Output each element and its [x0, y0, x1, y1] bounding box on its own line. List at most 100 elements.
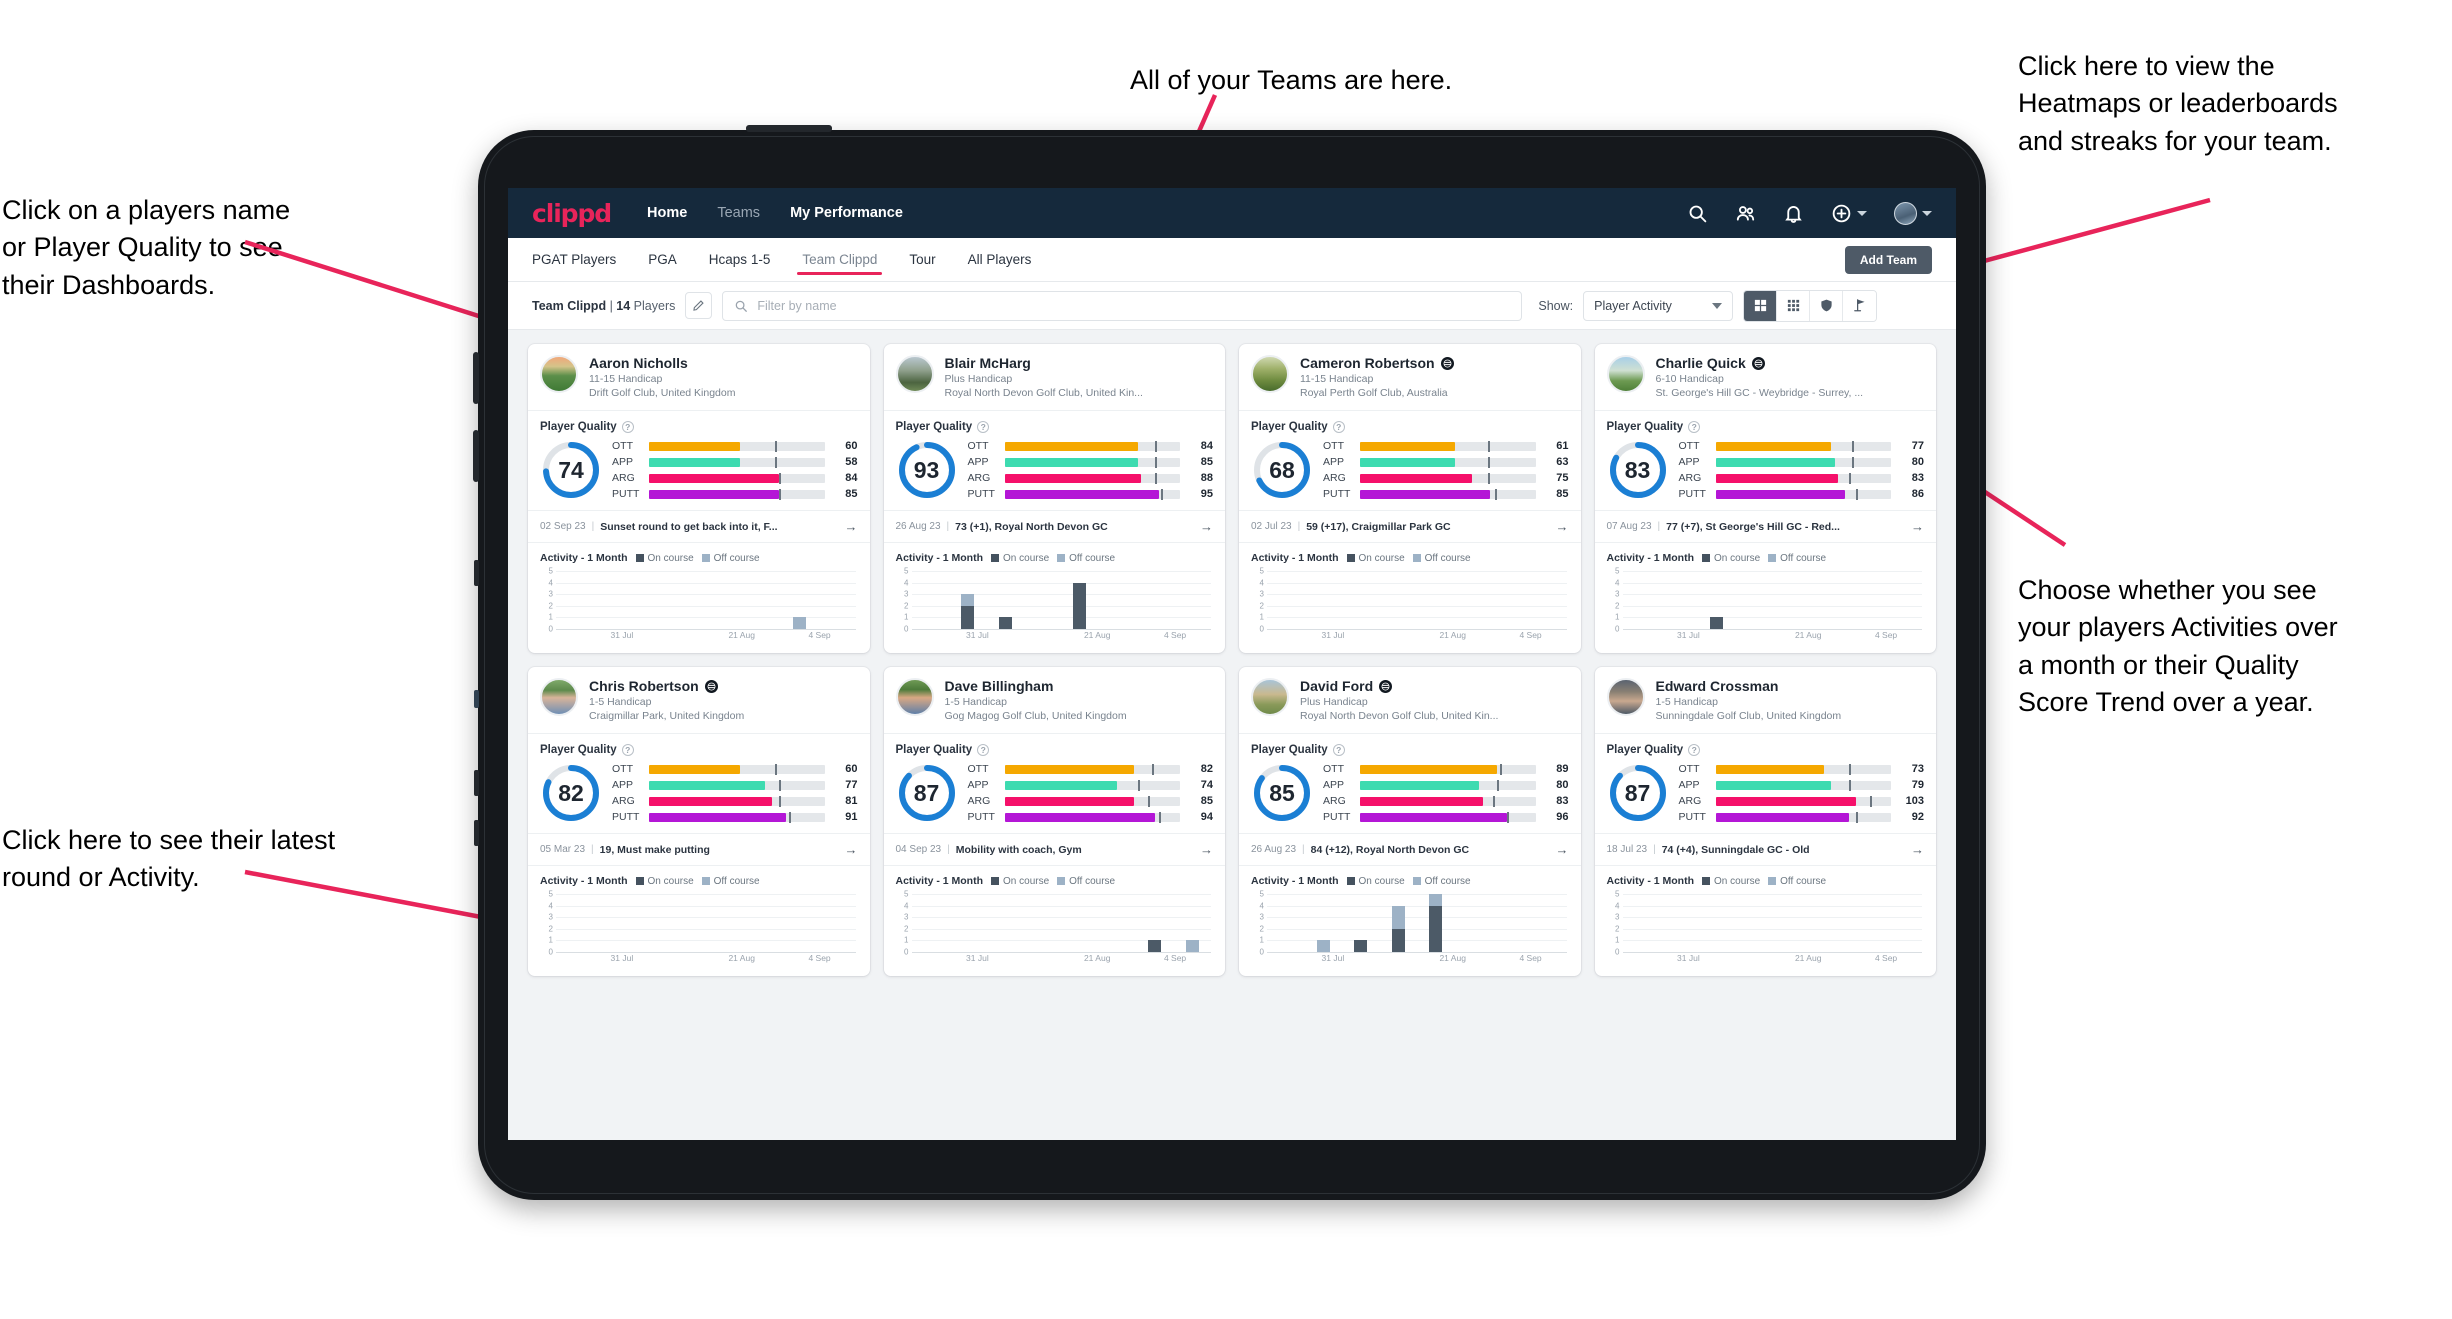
pencil-icon[interactable]	[685, 292, 713, 319]
help-icon[interactable]: ?	[621, 744, 634, 756]
player-quality-section[interactable]: Player Quality? 82 OTT 60 APP 77 ARG 81 PUTT 91	[528, 734, 870, 833]
arrow-right-icon[interactable]: →	[1200, 519, 1213, 534]
chart-gridline	[556, 940, 856, 942]
power-button[interactable]	[746, 125, 832, 132]
player-card[interactable]: Blair McHarg Plus Handicap Royal North Dev…	[883, 344, 1226, 653]
latest-activity-row[interactable]: 26 Aug 23 | 84 (+12), Royal North Devon GC…	[1239, 833, 1581, 866]
quality-score-gauge: 68	[1251, 439, 1313, 501]
bell-icon[interactable]	[1783, 203, 1804, 224]
arrow-right-icon[interactable]: →	[845, 519, 858, 534]
player-card-header[interactable]: David Ford Plus Handicap Royal North Devon…	[1239, 667, 1581, 733]
chart-gridline	[1622, 629, 1922, 630]
player-card-header[interactable]: Aaron Nicholls 11-15 Handicap Drift Golf C…	[528, 344, 870, 410]
metric-bar-track	[649, 811, 825, 823]
chart-x-tick-label: 31 Jul	[610, 630, 634, 640]
player-name[interactable]: Aaron Nicholls	[589, 355, 688, 371]
latest-activity-row[interactable]: 04 Sep 23 | Mobility with coach, Gym →	[883, 833, 1225, 866]
arrow-right-icon[interactable]: →	[1911, 842, 1924, 857]
arrow-right-icon[interactable]: →	[1556, 519, 1569, 534]
help-icon[interactable]: ?	[977, 421, 990, 433]
plus-circle-icon[interactable]	[1831, 203, 1852, 224]
nav-link-home[interactable]: Home	[647, 205, 687, 221]
metric-bar-fill	[649, 780, 765, 790]
chevron-down-icon[interactable]	[1922, 210, 1932, 216]
latest-activity-row[interactable]: 18 Jul 23 | 74 (+4), Sunningdale GC - Old →	[1594, 833, 1936, 866]
tab-hcaps-1-5[interactable]: Hcaps 1-5	[709, 238, 771, 282]
help-icon[interactable]: ?	[1688, 744, 1701, 756]
player-card-header[interactable]: Cameron Robertson 11-15 Handicap Royal Per…	[1239, 344, 1581, 410]
player-quality-section[interactable]: Player Quality? 87 OTT 82 APP 74 ARG 85 PUTT 94	[884, 734, 1226, 833]
player-name[interactable]: Blair McHarg	[945, 355, 1031, 371]
chart-bar-slot	[1529, 894, 1566, 952]
chart-x-axis: 31 Jul 21 Aug 4 Sep	[556, 630, 856, 643]
player-card[interactable]: Dave Billingham 1-5 Handicap Gog Magog Gol…	[883, 667, 1226, 976]
player-card[interactable]: Aaron Nicholls 11-15 Handicap Drift Golf C…	[528, 344, 870, 653]
latest-activity-row[interactable]: 02 Jul 23 | 59 (+17), Craigmillar Park GC →	[1239, 510, 1581, 543]
add-team-button[interactable]: Add Team	[1844, 245, 1932, 274]
legend-label: On course	[1714, 875, 1761, 887]
player-quality-section[interactable]: Player Quality? 87 OTT 73 APP 79 ARG 103 PUTT 92	[1595, 734, 1937, 833]
player-quality-section[interactable]: Player Quality? 85 OTT 89 APP 80 ARG 83 PUTT 96	[1239, 734, 1581, 833]
player-card-header[interactable]: Edward Crossman 1-5 Handicap Sunningdale G…	[1595, 667, 1937, 733]
grid-large-icon[interactable]	[1744, 290, 1778, 321]
add-menu[interactable]	[1831, 203, 1867, 224]
tab-tour[interactable]: Tour	[909, 238, 935, 282]
arrow-right-icon[interactable]: →	[845, 842, 858, 857]
search-field-wrapper[interactable]	[722, 290, 1523, 321]
arrow-right-icon[interactable]: →	[1200, 842, 1213, 857]
shield-icon[interactable]	[1810, 290, 1844, 321]
grid-small-icon[interactable]	[1777, 290, 1811, 321]
tab-pga[interactable]: PGA	[648, 238, 677, 282]
latest-activity-row[interactable]: 02 Sep 23 | Sunset round to get back into …	[528, 510, 870, 543]
player-name[interactable]: Charlie Quick	[1656, 355, 1746, 371]
nav-link-teams[interactable]: Teams	[717, 205, 760, 221]
player-quality-section[interactable]: Player Quality? 83 OTT 77 APP 80 ARG 83 PUTT 86	[1595, 411, 1937, 510]
player-card[interactable]: Edward Crossman 1-5 Handicap Sunningdale G…	[1594, 667, 1937, 976]
help-icon[interactable]: ?	[977, 744, 990, 756]
volume-down-button[interactable]	[473, 430, 479, 482]
quality-metrics-list: OTT 77 APP 80 ARG 83 PUTT 86	[1679, 440, 1925, 500]
clippd-logo[interactable]: clippd	[532, 199, 612, 228]
help-icon[interactable]: ?	[1332, 744, 1345, 756]
tab-team-clippd[interactable]: Team Clippd	[797, 238, 883, 282]
nav-link-my-performance[interactable]: My Performance	[790, 205, 903, 221]
search-icon[interactable]	[1687, 203, 1708, 224]
player-card-header[interactable]: Chris Robertson 1-5 Handicap Craigmillar P…	[528, 667, 870, 733]
player-quality-section[interactable]: Player Quality? 93 OTT 84 APP 85 ARG 88 PUTT 95	[884, 411, 1226, 510]
flag-icon[interactable]	[1843, 290, 1877, 321]
help-icon[interactable]: ?	[1332, 421, 1345, 433]
quality-metric-row: APP 79	[1679, 779, 1925, 791]
player-name[interactable]: Dave Billingham	[945, 678, 1054, 694]
player-quality-section[interactable]: Player Quality? 74 OTT 60 APP 58 ARG 84 PUTT 85	[528, 411, 870, 510]
player-card[interactable]: Cameron Robertson 11-15 Handicap Royal Per…	[1239, 344, 1581, 653]
player-name[interactable]: Edward Crossman	[1656, 678, 1779, 694]
people-icon[interactable]	[1735, 203, 1756, 224]
player-name[interactable]: Cameron Robertson	[1300, 355, 1435, 371]
player-card[interactable]: David Ford Plus Handicap Royal North Devon…	[1239, 667, 1581, 976]
arrow-right-icon[interactable]: →	[1911, 519, 1924, 534]
latest-activity-row[interactable]: 05 Mar 23 | 19, Must make putting →	[528, 833, 870, 866]
latest-activity-row[interactable]: 07 Aug 23 | 77 (+7), St George's Hill GC -…	[1594, 510, 1936, 543]
user-menu[interactable]	[1894, 201, 1932, 225]
player-card-header[interactable]: Blair McHarg Plus Handicap Royal North Dev…	[884, 344, 1226, 410]
player-quality-section[interactable]: Player Quality? 68 OTT 61 APP 63 ARG 75 PUTT 85	[1239, 411, 1581, 510]
latest-activity-row[interactable]: 26 Aug 23 | 73 (+1), Royal North Devon GC →	[883, 510, 1225, 543]
player-name[interactable]: Chris Robertson	[589, 678, 699, 694]
arrow-right-icon[interactable]: →	[1556, 842, 1569, 857]
player-card-header[interactable]: Dave Billingham 1-5 Handicap Gog Magog Gol…	[884, 667, 1226, 733]
tab-all-players[interactable]: All Players	[968, 238, 1032, 282]
volume-up-button[interactable]	[473, 352, 479, 404]
player-card[interactable]: Chris Robertson 1-5 Handicap Craigmillar P…	[528, 667, 870, 976]
player-name[interactable]: David Ford	[1300, 678, 1373, 694]
metric-bar-track	[649, 763, 825, 775]
help-icon[interactable]: ?	[621, 421, 634, 433]
search-input[interactable]	[757, 298, 1511, 313]
tab-pgat-players[interactable]: PGAT Players	[532, 238, 616, 282]
show-select[interactable]: Player Activity	[1583, 290, 1734, 321]
chevron-down-icon[interactable]	[1857, 210, 1867, 216]
quality-metric-row: OTT 82	[968, 763, 1214, 775]
avatar[interactable]	[1894, 201, 1917, 225]
player-card-header[interactable]: Charlie Quick 6-10 Handicap St. George's H…	[1595, 344, 1937, 410]
player-card[interactable]: Charlie Quick 6-10 Handicap St. George's H…	[1594, 344, 1937, 653]
help-icon[interactable]: ?	[1688, 421, 1701, 433]
